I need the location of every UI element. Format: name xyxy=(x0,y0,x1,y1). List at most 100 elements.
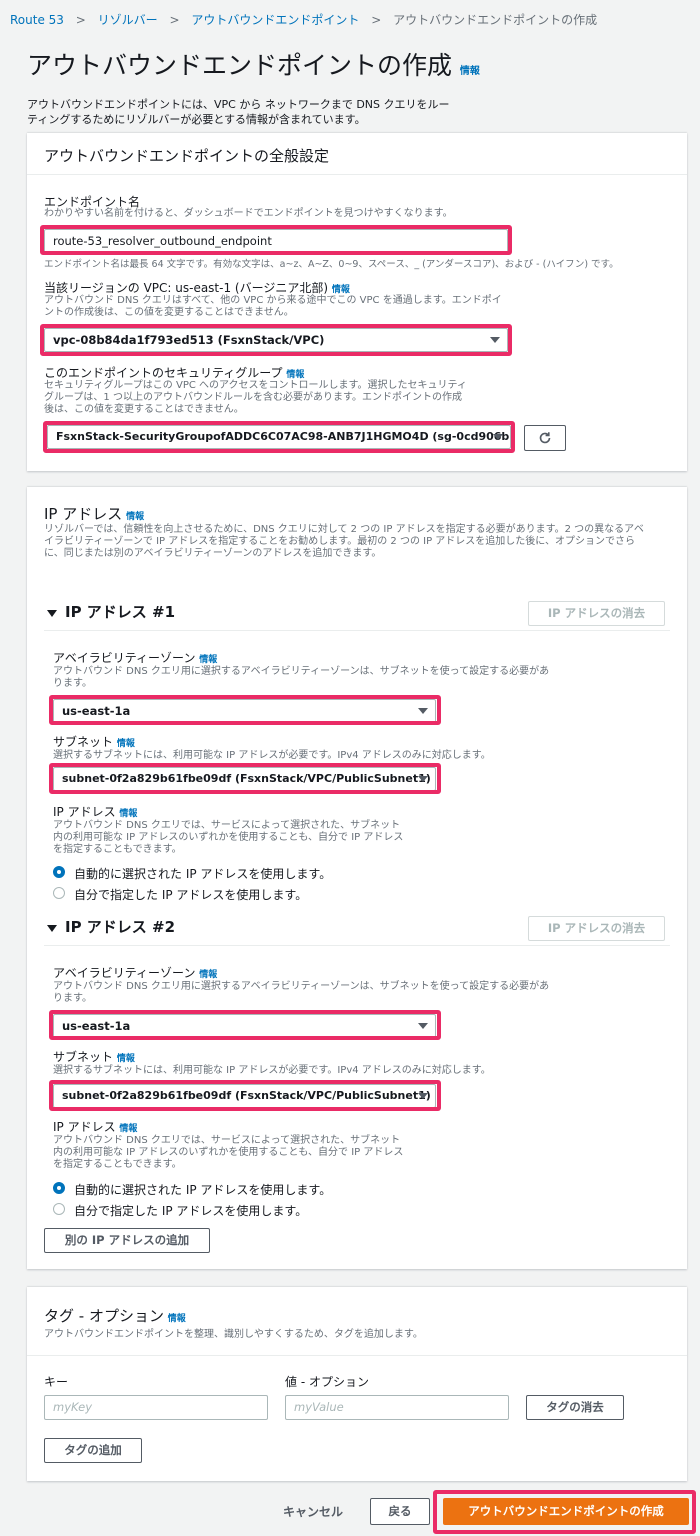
chevron-down-icon xyxy=(418,776,428,782)
breadcrumb-outbound-link[interactable]: アウトバウンドエンドポイント xyxy=(191,13,359,27)
az-1-label-text: アベイラビリティーゾーン xyxy=(53,651,196,665)
ip-address-panel: IP アドレス 情報 リゾルバーでは、信頼性を向上させるために、DNS クエリに… xyxy=(27,487,687,1269)
subnet-1-label-text: サブネット xyxy=(53,735,114,749)
subnet-2-info-link[interactable]: 情報 xyxy=(117,1054,135,1064)
chevron-down-icon xyxy=(418,1023,428,1029)
radio-auto-ip-1[interactable] xyxy=(53,866,65,878)
vpc-description-line: ントの作成後は、この値を変更することはできません。 xyxy=(44,307,294,318)
cancel-button[interactable]: キャンセル xyxy=(283,1503,343,1520)
create-endpoint-button[interactable]: アウトバウンドエンドポイントの作成 xyxy=(443,1498,689,1525)
vpc-info-link[interactable]: 情報 xyxy=(332,285,350,295)
radio-manual-ip-2-label: 自分で指定した IP アドレスを使用します。 xyxy=(74,1204,308,1218)
subnet-2-label-text: サブネット xyxy=(53,1050,114,1064)
caret-down-icon xyxy=(47,610,57,617)
chevron-down-icon xyxy=(418,1093,428,1099)
vpc-description-line: アウトバウンド DNS クエリはすべて、他の VPC から来る途中でこの VPC… xyxy=(44,295,502,306)
tag-value-label: 値 - オプション xyxy=(285,1375,369,1389)
subnet-2-select-value: subnet-0f2a829b61fbe09df (FsxnStack/VPC/… xyxy=(62,1089,436,1102)
ipaddr-2-description-line: を指定することもできます。 xyxy=(53,1159,182,1170)
chevron-down-icon xyxy=(490,337,500,343)
subnet-1-info-link[interactable]: 情報 xyxy=(117,739,135,749)
page-title-row: アウトバウンドエンドポイントの作成 情報 xyxy=(27,46,480,82)
endpoint-name-input[interactable]: route-53_resolver_outbound_endpoint xyxy=(44,229,508,253)
radio-manual-ip-2[interactable] xyxy=(53,1203,65,1215)
ip-address-description-line: に、同じまたは別のアベイラビリティーゾーンのアドレスを追加できます。 xyxy=(44,548,382,559)
security-group-info-link[interactable]: 情報 xyxy=(286,370,304,380)
breadcrumb-resolver-link[interactable]: リゾルバー xyxy=(98,13,158,27)
ip-block-2-divider xyxy=(44,945,670,946)
vpc-label-text: 当該リージョンの VPC: us-east-1 (バージニア北部) xyxy=(44,281,329,295)
ip-block-1-toggle[interactable]: IP アドレス #1 xyxy=(47,601,175,622)
az-2-select-value: us-east-1a xyxy=(62,1019,131,1033)
page-description-line: ティングするためにリゾルバーが必要とする情報が含まれています。 xyxy=(27,113,366,126)
tags-info-link[interactable]: 情報 xyxy=(168,1314,186,1324)
ipaddr-1-description-line: を指定することもできます。 xyxy=(53,844,182,855)
tag-value-input[interactable]: myValue xyxy=(285,1395,509,1420)
ipaddr-1-description: アウトバウンド DNS クエリでは、サービスによって選択された、サブネット 内の… xyxy=(53,820,403,856)
chevron-down-icon xyxy=(418,708,428,714)
az-2-description: アウトバウンド DNS クエリ用に選択するアベイラビリティーゾーンは、サブネット… xyxy=(53,981,549,1005)
ip-block-2-toggle[interactable]: IP アドレス #2 xyxy=(47,916,175,937)
caret-down-icon xyxy=(47,925,57,932)
az-1-description-line: ります。 xyxy=(53,678,92,689)
page-title-info-link[interactable]: 情報 xyxy=(460,66,480,77)
vpc-description: アウトバウンド DNS クエリはすべて、他の VPC から来る途中でこの VPC… xyxy=(44,295,502,319)
vpc-select-value: vpc-08b84da1f793ed513 (FsxnStack/VPC) xyxy=(53,333,325,347)
subnet-2-description: 選択するサブネットには、利用可能な IP アドレスが必要です。IPv4 アドレス… xyxy=(53,1065,491,1076)
tags-description: アウトバウンドエンドポイントを整理、識別しやすくするため、タグを追加します。 xyxy=(44,1329,423,1340)
security-group-description-line: グループは、1 つ以上のアウトバウンドルールを含む必要があります。エンドポイント… xyxy=(44,392,462,403)
az-2-select[interactable]: us-east-1a xyxy=(53,1014,436,1038)
az-1-info-link[interactable]: 情報 xyxy=(199,655,217,665)
tags-heading: タグ - オプション xyxy=(44,1307,164,1325)
ip-address-info-link[interactable]: 情報 xyxy=(126,512,144,522)
back-button[interactable]: 戻る xyxy=(370,1498,430,1525)
subnet-2-label: サブネット 情報 xyxy=(53,1048,135,1065)
ipaddr-2-description-line: 内の利用可能な IP アドレスのいずれかを使用することも、自分で IP アドレス xyxy=(53,1147,404,1158)
ipaddr-1-label-text: IP アドレス xyxy=(53,805,116,819)
az-2-info-link[interactable]: 情報 xyxy=(199,970,217,980)
security-group-description-line: 後は、この値を変更することはできません。 xyxy=(44,404,244,415)
tag-key-label: キー xyxy=(44,1375,69,1389)
chevron-down-icon xyxy=(493,434,503,440)
remove-ip-2-button[interactable]: IP アドレスの消去 xyxy=(528,916,665,941)
breadcrumb-route53-link[interactable]: Route 53 xyxy=(10,13,64,27)
vpc-label: 当該リージョンの VPC: us-east-1 (バージニア北部) 情報 xyxy=(44,279,350,296)
refresh-icon xyxy=(539,432,551,444)
vpc-select[interactable]: vpc-08b84da1f793ed513 (FsxnStack/VPC) xyxy=(44,328,508,352)
subnet-2-select[interactable]: subnet-0f2a829b61fbe09df (FsxnStack/VPC/… xyxy=(53,1084,436,1108)
breadcrumb: Route 53 > リゾルバー > アウトバウンドエンドポイント > アウトバ… xyxy=(10,11,597,28)
tag-key-input[interactable]: myKey xyxy=(44,1395,268,1420)
ip-block-2-title: IP アドレス #2 xyxy=(65,918,176,936)
az-2-label: アベイラビリティーゾーン 情報 xyxy=(53,964,217,981)
radio-auto-ip-2[interactable] xyxy=(53,1182,65,1194)
page-description: アウトバウンドエンドポイントには、VPC から ネットワークまで DNS クエリ… xyxy=(27,97,450,127)
radio-auto-ip-2-label: 自動的に選択された IP アドレスを使用します。 xyxy=(74,1183,332,1197)
breadcrumb-current: アウトバウンドエンドポイントの作成 xyxy=(393,13,598,27)
ipaddr-2-info-link[interactable]: 情報 xyxy=(119,1124,137,1134)
tags-divider xyxy=(27,1355,687,1356)
radio-manual-ip-1-label: 自分で指定した IP アドレスを使用します。 xyxy=(74,888,308,902)
refresh-security-groups-button[interactable] xyxy=(524,425,566,451)
ipaddr-1-description-line: アウトバウンド DNS クエリでは、サービスによって選択された、サブネット xyxy=(53,820,401,831)
az-1-select[interactable]: us-east-1a xyxy=(53,699,436,723)
remove-ip-1-button[interactable]: IP アドレスの消去 xyxy=(528,601,665,626)
ipaddr-2-description-line: アウトバウンド DNS クエリでは、サービスによって選択された、サブネット xyxy=(53,1135,401,1146)
ipaddr-1-description-line: 内の利用可能な IP アドレスのいずれかを使用することも、自分で IP アドレス xyxy=(53,832,404,843)
subnet-1-label: サブネット 情報 xyxy=(53,733,135,750)
remove-tag-button[interactable]: タグの消去 xyxy=(526,1395,624,1420)
radio-auto-ip-1-label: 自動的に選択された IP アドレスを使用します。 xyxy=(74,867,332,881)
az-1-label: アベイラビリティーゾーン 情報 xyxy=(53,649,217,666)
add-ip-address-button[interactable]: 別の IP アドレスの追加 xyxy=(44,1228,210,1253)
add-tag-button[interactable]: タグの追加 xyxy=(44,1438,142,1463)
page-description-line: アウトバウンドエンドポイントには、VPC から ネットワークまで DNS クエリ… xyxy=(27,98,450,111)
ip-block-1-title: IP アドレス #1 xyxy=(65,603,176,621)
subnet-1-select[interactable]: subnet-0f2a829b61fbe09df (FsxnStack/VPC/… xyxy=(53,767,436,791)
ip-block-1-divider xyxy=(44,630,670,631)
general-settings-heading: アウトバウンドエンドポイントの全般設定 xyxy=(44,147,330,165)
ipaddr-1-info-link[interactable]: 情報 xyxy=(119,809,137,819)
security-group-select[interactable]: FsxnStack-SecurityGroupofADDC6C07AC98-AN… xyxy=(47,425,511,449)
ipaddr-1-label: IP アドレス 情報 xyxy=(53,803,137,820)
breadcrumb-separator: > xyxy=(169,13,180,27)
ip-address-heading: IP アドレス xyxy=(44,505,123,523)
radio-manual-ip-1[interactable] xyxy=(53,887,65,899)
